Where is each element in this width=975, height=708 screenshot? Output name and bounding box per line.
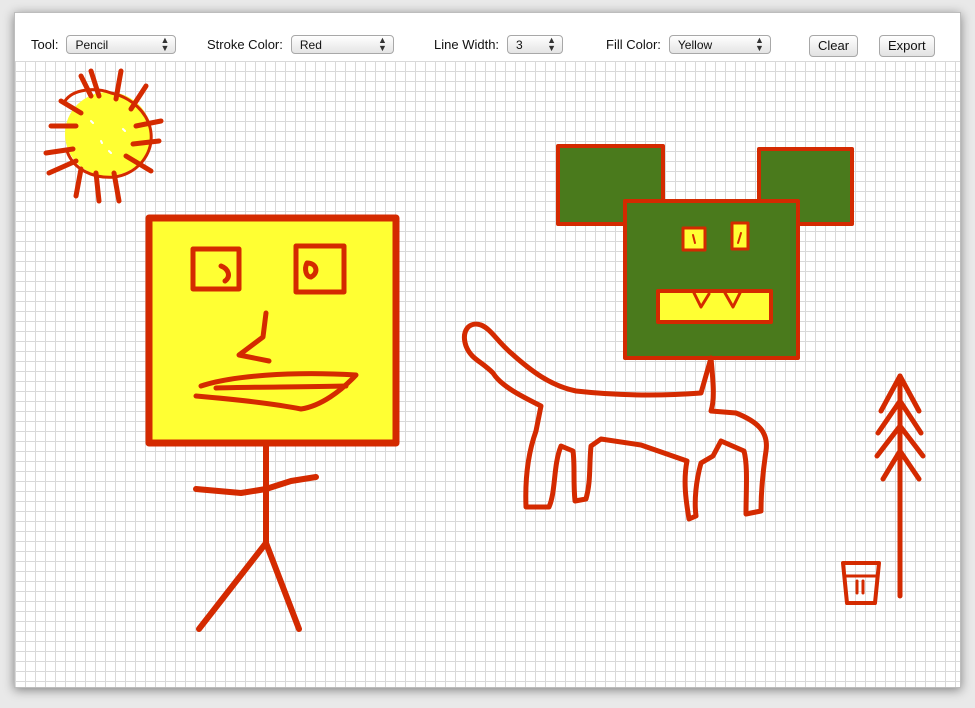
drawing-app-window: Tool: Pencil ▲ ▼ Stroke Color: Red ▲ ▼ Lin…	[14, 12, 961, 688]
drawing-canvas[interactable]	[15, 61, 960, 687]
square-face-figure	[145, 214, 400, 632]
sun-drawing	[43, 68, 164, 204]
drawing-surface	[43, 68, 926, 632]
tree-drawing	[874, 373, 926, 599]
bucket-drawing	[841, 561, 881, 605]
green-mouse-head	[556, 144, 854, 360]
